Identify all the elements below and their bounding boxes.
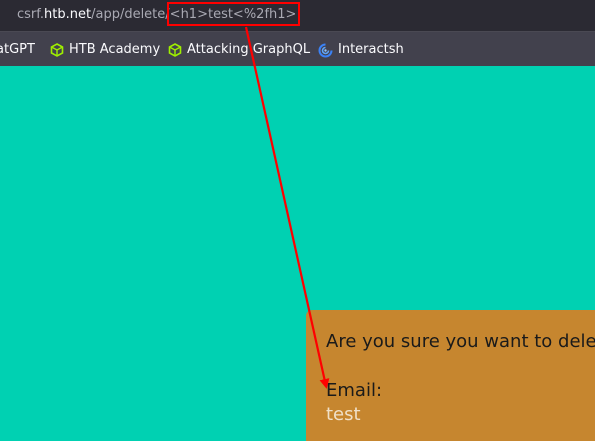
bookmark-label: atGPT [0,42,35,57]
payload-highlight-box [167,2,300,26]
delete-confirmation-panel: Are you sure you want to delete Email: t… [306,310,595,441]
htb-cube-icon [50,43,64,57]
bookmark-attacking-graphql[interactable]: Attacking GraphQL [168,42,310,58]
email-label: Email: [326,380,383,401]
url-host: htb.net [44,7,92,22]
browser-window: csrf.htb.net/app/delete/<h1>test<%2fh1> … [0,0,595,441]
bookmark-htb-academy[interactable]: HTB Academy [50,42,160,58]
confirm-message: Are you sure you want to delete [326,331,595,352]
bookmarks-bar: atGPT HTB Academy Attacking GraphQL [0,31,595,66]
url-prefix: csrf. [17,7,45,22]
bookmark-label: Attacking GraphQL [187,42,311,57]
url-bar[interactable]: csrf.htb.net/app/delete/<h1>test<%2fh1> [0,0,595,31]
htb-cube-icon [168,43,182,57]
bookmark-interactsh[interactable]: Interactsh [318,42,404,58]
bookmark-label: HTB Academy [69,42,161,57]
email-value: test [326,404,361,425]
url-path: /app/delete/ [91,7,170,22]
bookmark-chatgpt[interactable]: atGPT [0,42,35,58]
interactsh-icon [318,43,333,57]
bookmark-label: Interactsh [338,42,404,57]
